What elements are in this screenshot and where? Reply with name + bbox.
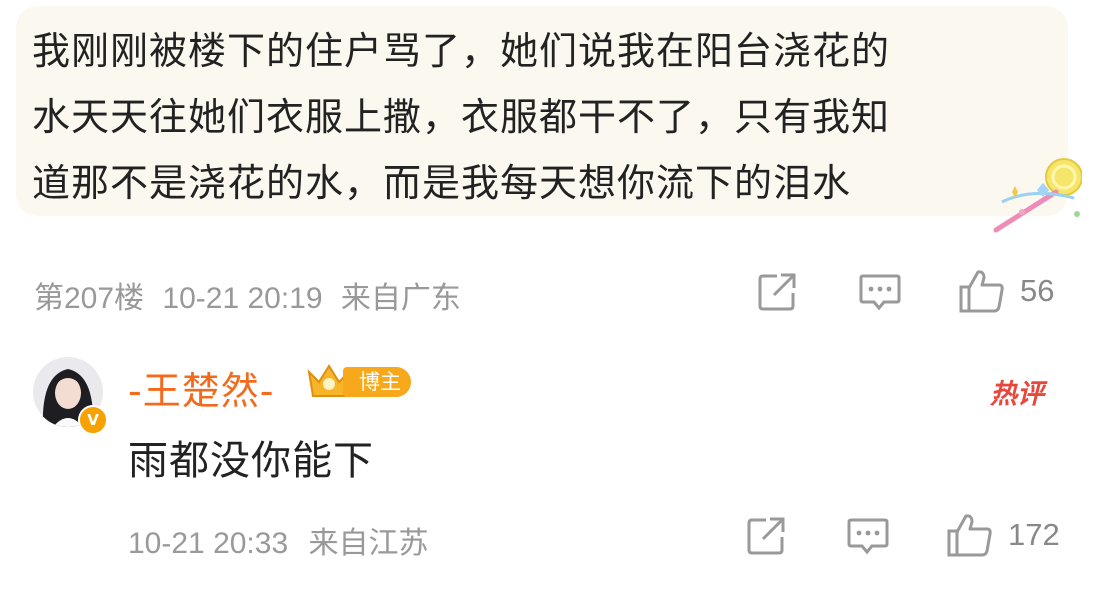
like-icon	[959, 270, 1004, 313]
comment-button[interactable]	[858, 272, 902, 312]
hot-comment-tag: 热评	[990, 379, 1044, 410]
comment-location: 来自广东	[340, 282, 461, 315]
reply-text: 雨都没你能下	[128, 438, 374, 484]
comment-button[interactable]	[846, 516, 890, 556]
like-button[interactable]: 56	[958, 268, 1054, 314]
share-button[interactable]	[746, 516, 788, 556]
badge-label: 博主	[343, 367, 411, 397]
comment-text: 我刚刚被楼下的住户骂了，她们说我在阳台浇花的 水天天往她们衣服上撒，衣服都干不了…	[32, 18, 1042, 216]
like-count: 172	[1008, 517, 1060, 552]
comment-icon	[859, 274, 901, 311]
reply-time: 10-21 20:33	[128, 527, 289, 560]
comment-meta: 第207楼 10-21 20:19 来自广东	[34, 273, 461, 317]
like-count: 56	[1020, 273, 1055, 308]
comment-icon	[847, 518, 889, 555]
reply-meta: 10-21 20:33 来自江苏	[128, 518, 428, 562]
share-icon	[758, 273, 796, 311]
like-button[interactable]: 172	[946, 512, 1060, 558]
comment-time: 10-21 20:19	[162, 282, 323, 315]
verified-badge: V	[78, 405, 108, 435]
share-button[interactable]	[757, 272, 799, 312]
comment-line: 我刚刚被楼下的住户骂了，她们说我在阳台浇花的	[32, 29, 891, 73]
reply-username[interactable]: -王楚然-	[128, 360, 274, 415]
wand-sticker-icon	[993, 158, 1082, 233]
share-icon	[747, 517, 785, 555]
reply-location: 来自江苏	[308, 527, 429, 560]
comment-line: 水天天往她们衣服上撒，衣服都干不了，只有我知	[32, 95, 891, 139]
like-icon	[947, 514, 992, 557]
floor-number: 第207楼	[34, 282, 145, 315]
comment-line: 道那不是浇花的水，而是我每天想你流下的泪水	[32, 161, 852, 205]
blogger-badge: 博主	[305, 362, 411, 402]
